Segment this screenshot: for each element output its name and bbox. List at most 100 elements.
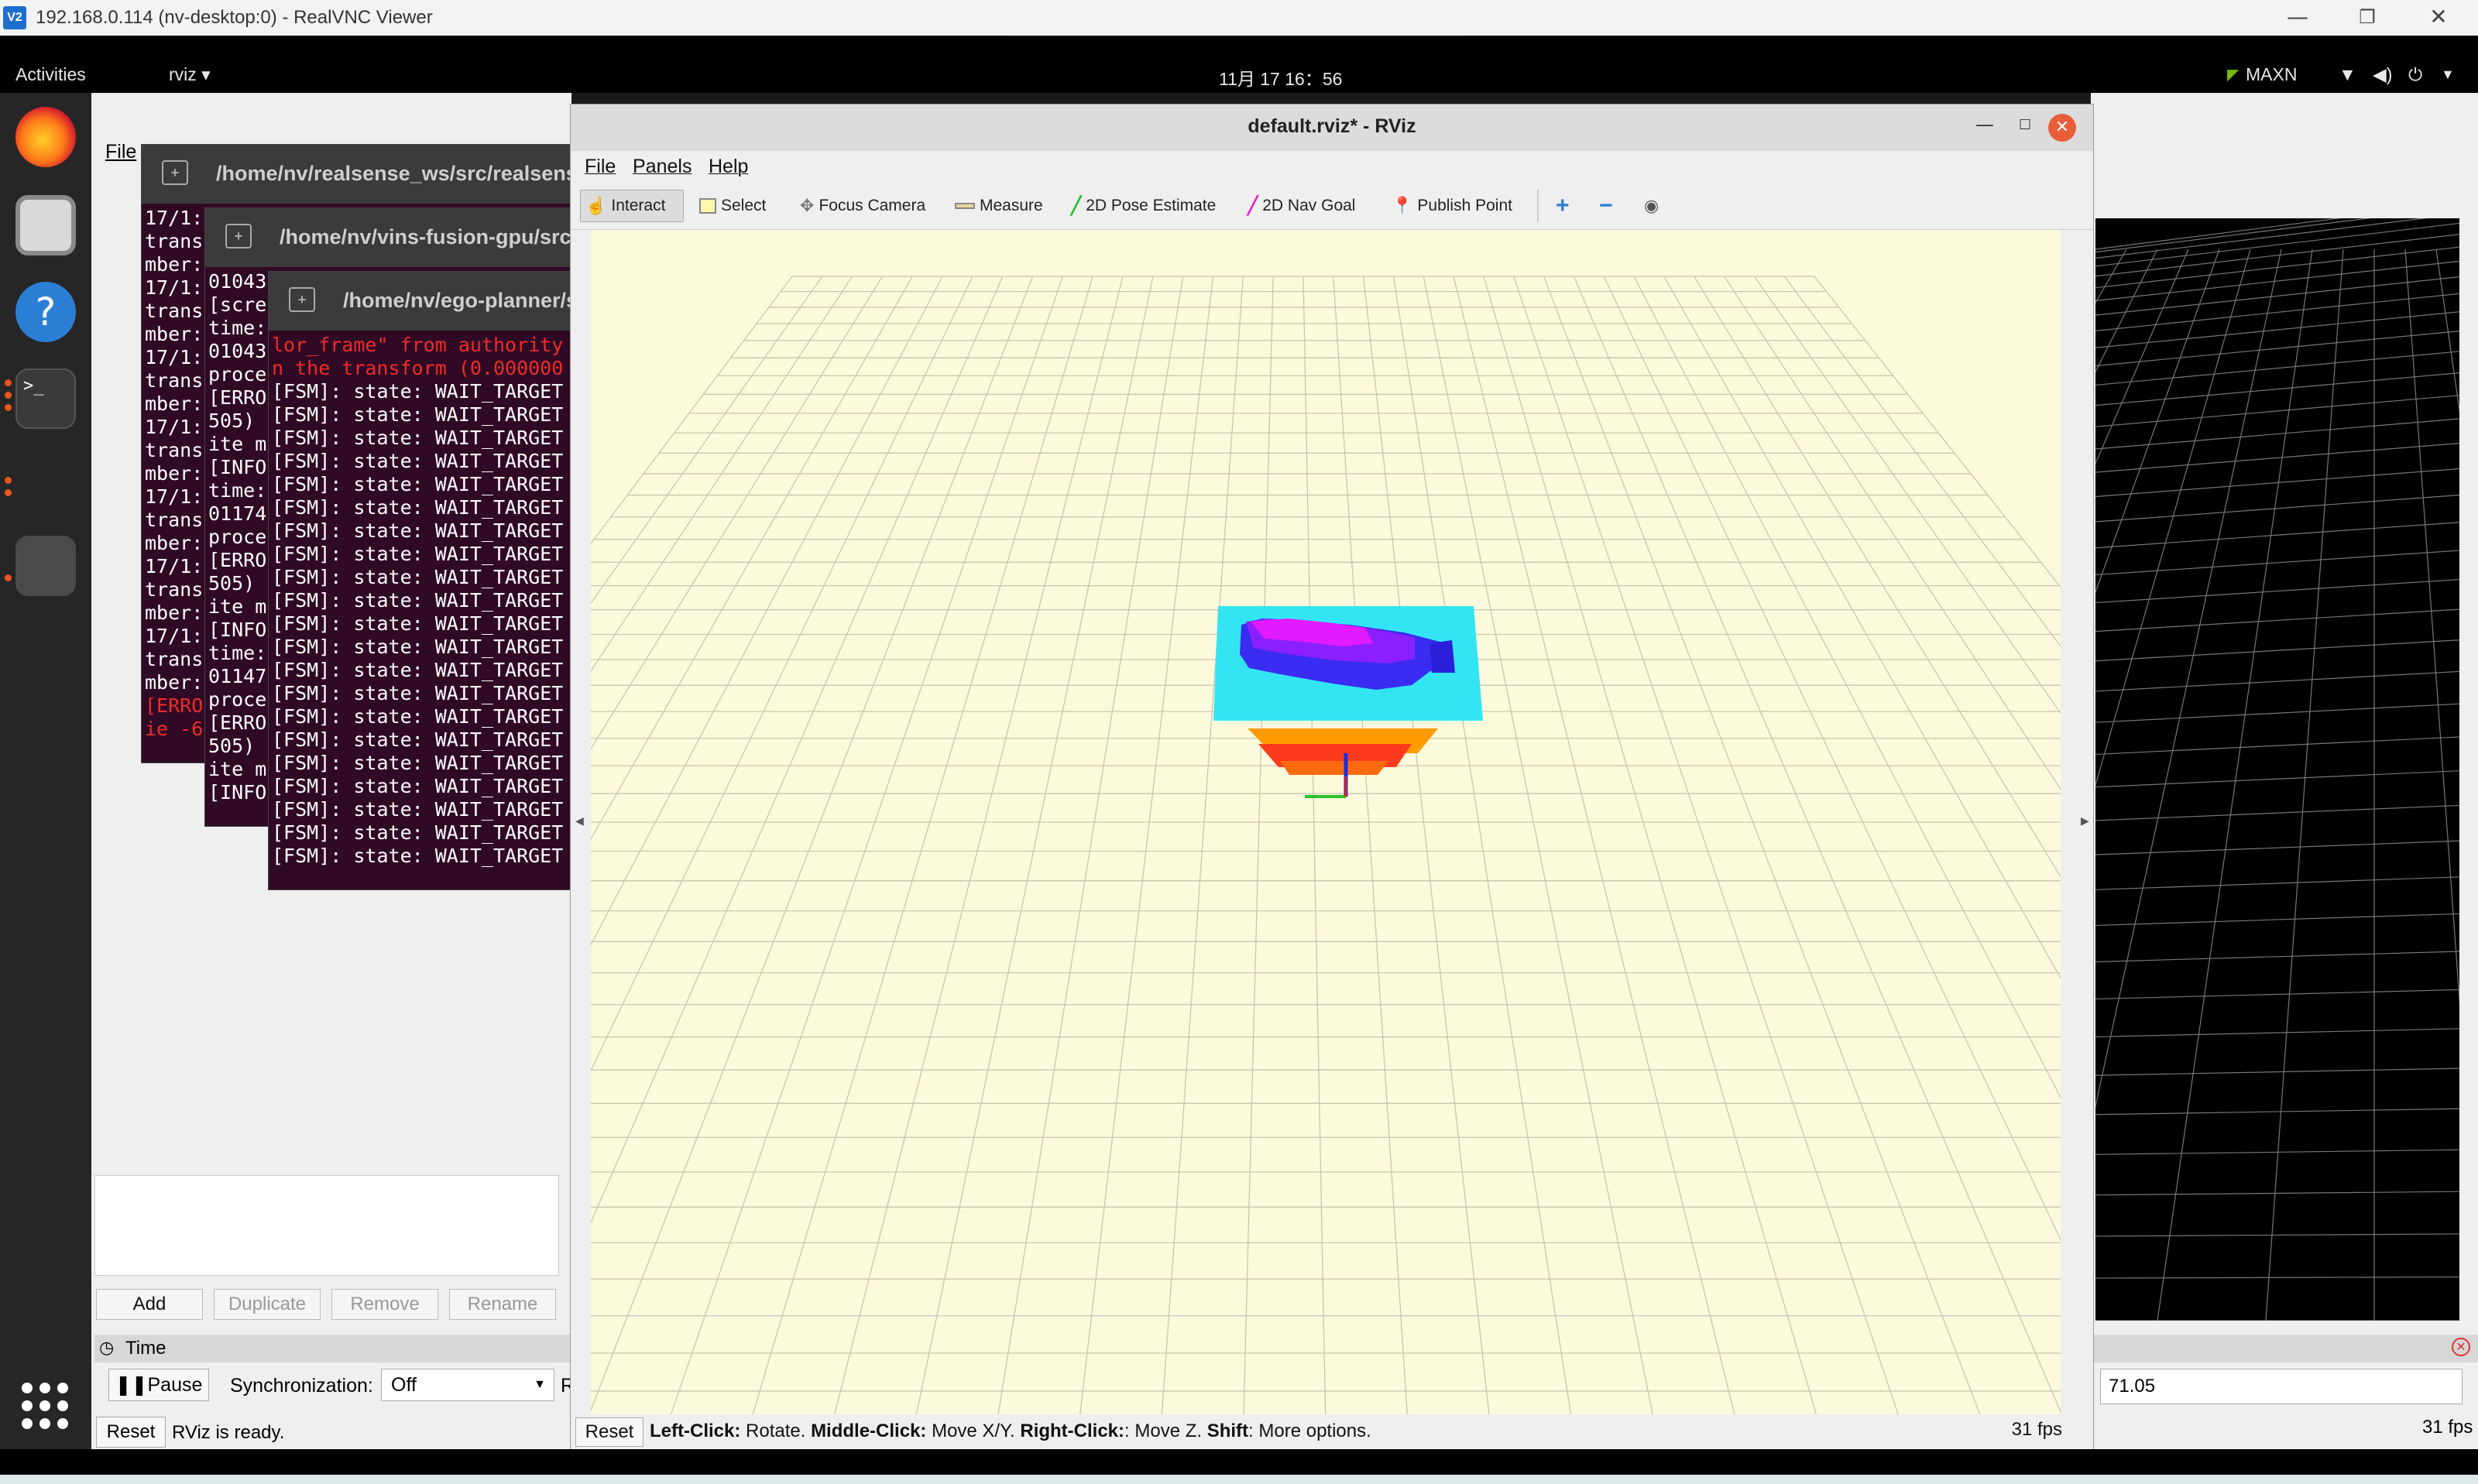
terminal-line: trans [145, 369, 204, 392]
terminal-output: lor_frame" from authority n the transform… [272, 334, 563, 868]
duplicate-display-button[interactable]: Duplicate [214, 1289, 321, 1320]
tool-properties-button[interactable]: ◉ [1639, 190, 1663, 222]
terminal-path: /home/nv/ego-planner/s [343, 289, 575, 312]
vnc-restore-button[interactable]: ❐ [2332, 0, 2402, 36]
terminal-line: proce [208, 363, 267, 386]
wifi-icon[interactable]: ▼ [2339, 64, 2356, 85]
rviz-titlebar: default.rviz* - RViz — ☐ ✕ [571, 105, 2093, 151]
terminal-line: trans [145, 300, 204, 322]
terminal-line: time: [208, 642, 267, 664]
show-apps-icon[interactable] [22, 1383, 68, 1429]
collapse-left-icon[interactable]: ◀ [575, 815, 584, 828]
pause-label: Pause [147, 1374, 203, 1396]
measure-icon [955, 203, 975, 209]
rviz-app-icon[interactable] [15, 536, 76, 596]
terminal-line: [FSM]: state: WAIT_TARGET [272, 775, 564, 797]
new-tab-icon[interactable]: + [162, 160, 188, 185]
remove-tool-button[interactable]: − [1594, 190, 1618, 222]
sync-select[interactable]: Off ▼ [381, 1369, 554, 1401]
remove-display-button[interactable]: Remove [331, 1289, 438, 1320]
time-value-field[interactable]: 71.05 [2100, 1369, 2463, 1404]
vnc-close-button[interactable]: ✕ [2404, 0, 2473, 36]
terminal-ego-planner[interactable]: + /home/nv/ego-planner/s lor_frame" from… [268, 271, 575, 890]
pause-button[interactable]: ❚❚Pause [108, 1369, 209, 1401]
terminal-line: [ERRO [145, 694, 204, 717]
hint-shift: Shift [1206, 1421, 1249, 1441]
rviz-window: default.rviz* - RViz — ☐ ✕ File Panels H… [570, 104, 2094, 1450]
terminal-icon[interactable]: >_ [15, 368, 76, 429]
system-menu-chevron-icon[interactable]: ▼ [2441, 67, 2455, 83]
app-menu-rviz[interactable]: rviz ▾ [169, 64, 211, 85]
terminal-line: ite m [208, 433, 267, 455]
time-panel-row: ❚❚Pause Synchronization: Off ▼ R [94, 1362, 575, 1409]
rviz-minimize-button[interactable]: — [1975, 114, 1994, 135]
viewport-scene [591, 276, 2061, 1414]
time-panel-header: ◷ Time [94, 1335, 575, 1362]
power-icon[interactable]: ⏻ [2408, 64, 2422, 85]
reset-view-button[interactable]: Reset [575, 1417, 644, 1447]
plus-icon: + [1556, 193, 1570, 218]
background-3d-view[interactable] [2095, 218, 2459, 1321]
right-fps-label: 31 fps [2422, 1417, 2473, 1438]
terminal-line: mber: [145, 601, 204, 624]
terminal-line: [INFO [208, 781, 267, 804]
tool-focus-camera[interactable]: ✥ Focus Camera [795, 190, 930, 222]
tool-interact[interactable]: ☝ Interact [580, 190, 684, 222]
terminal-line: 01043 [208, 340, 267, 362]
tool-label: 2D Pose Estimate [1086, 197, 1217, 214]
menu-file[interactable]: File [105, 141, 136, 163]
terminal-header: + /home/nv/ego-planner/s [269, 272, 574, 331]
vnc-minimize-button[interactable]: — [2263, 0, 2332, 36]
focus-icon: ✥ [800, 196, 815, 215]
tool-select[interactable]: Select [695, 190, 771, 222]
tool-2d-pose-estimate[interactable]: ╱ 2D Pose Estimate [1066, 190, 1220, 222]
rviz-maximize-button[interactable]: ☐ [2019, 117, 2031, 133]
rename-display-button[interactable]: Rename [449, 1289, 556, 1320]
activities-button[interactable]: Activities [15, 64, 86, 85]
add-tool-button[interactable]: + [1551, 190, 1574, 222]
terminal-line: n the transform (0.000000 [272, 357, 564, 379]
menu-panels[interactable]: Panels [633, 156, 692, 178]
rviz-window-title: default.rviz* - RViz [1248, 115, 1416, 137]
firefox-icon[interactable] [15, 107, 76, 167]
sync-label: Synchronization: [230, 1375, 373, 1397]
terminal-line: 17/1: [145, 416, 204, 438]
sync-value: Off [391, 1374, 417, 1396]
power-mode-label[interactable]: MAXN [2246, 64, 2297, 85]
rviz-3d-viewport[interactable] [591, 230, 2061, 1414]
volume-icon[interactable]: ◀) [2373, 64, 2392, 85]
vnc-top-strip [0, 36, 2478, 56]
terminal-output: 01043 [scre time: 01043 proce [ERRO 505) ite m… [208, 270, 266, 804]
menu-file[interactable]: File [585, 156, 616, 178]
rviz-close-button[interactable]: ✕ [2048, 114, 2076, 142]
tool-measure[interactable]: Measure [950, 190, 1048, 222]
new-tab-icon[interactable]: + [289, 287, 315, 312]
close-icon[interactable]: ✕ [2452, 1338, 2470, 1356]
terminal-line: [FSM]: state: WAIT_TARGET [272, 566, 564, 588]
collapse-right-icon[interactable]: ▶ [2081, 815, 2089, 828]
hint-right-click: Right-Click: [1020, 1421, 1125, 1441]
time-panel-title: Time [125, 1338, 166, 1359]
vnc-titlebar: V2 192.168.0.114 (nv-desktop:0) - RealVN… [0, 0, 2478, 36]
vnc-logo-icon: V2 [3, 6, 26, 29]
files-icon[interactable] [15, 195, 76, 255]
add-display-button[interactable]: Add [96, 1289, 203, 1320]
dock: ? >_ [0, 93, 91, 1449]
tool-2d-nav-goal[interactable]: ╱ 2D Nav Goal [1243, 190, 1360, 222]
terminal-line: ie -6 [145, 718, 204, 740]
menu-help[interactable]: Help [709, 156, 748, 178]
clock[interactable]: 11月 17 16：56 [1219, 64, 1342, 91]
terminal-line: ite m [208, 758, 267, 780]
hint-text: : Move Z. [1124, 1421, 1207, 1441]
minus-icon: − [1599, 193, 1613, 218]
left-reset-button[interactable]: Reset [96, 1417, 166, 1448]
terminal-header: + /home/nv/realsense_ws/src/realsense [142, 145, 574, 204]
terminal-line: mber: [145, 253, 204, 276]
terminal-line: trans [145, 509, 204, 531]
terminal-line: [FSM]: state: WAIT_TARGET [272, 612, 564, 635]
new-tab-icon[interactable]: + [225, 224, 252, 248]
eye-icon: ◉ [1644, 196, 1659, 215]
help-icon[interactable]: ? [15, 282, 76, 342]
tool-label: Publish Point [1417, 197, 1512, 214]
tool-publish-point[interactable]: 📍 Publish Point [1387, 190, 1517, 222]
